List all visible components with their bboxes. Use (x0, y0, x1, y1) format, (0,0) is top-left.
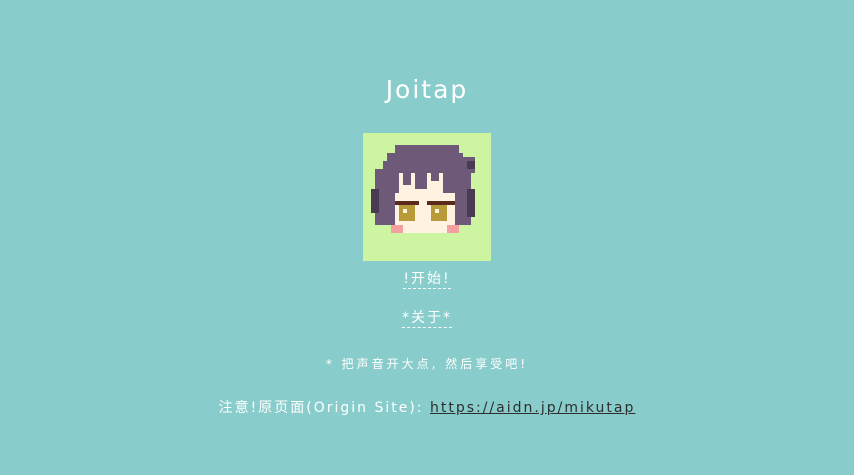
volume-hint: * 把声音开大点, 然后享受吧! (325, 357, 529, 371)
about-button[interactable]: *关于* (402, 310, 452, 328)
character-avatar-icon (363, 133, 491, 261)
origin-note: 注意!原页面(Origin Site): https://aidn.jp/mik… (0, 398, 854, 418)
about-menu-item: *关于* (0, 308, 854, 328)
start-button[interactable]: !开始! (403, 271, 451, 289)
start-menu-item: !开始! (0, 269, 854, 289)
origin-note-label: 注意!原页面(Origin Site): (218, 400, 424, 416)
origin-site-link[interactable]: https://aidn.jp/mikutap (430, 400, 635, 416)
page-title: Joitap (385, 75, 469, 104)
avatar-pixel-art (371, 145, 475, 233)
page: Joitap !开始! *关于* * 把声音开大点, 然后享受吧! 注意!原页面… (0, 0, 854, 475)
